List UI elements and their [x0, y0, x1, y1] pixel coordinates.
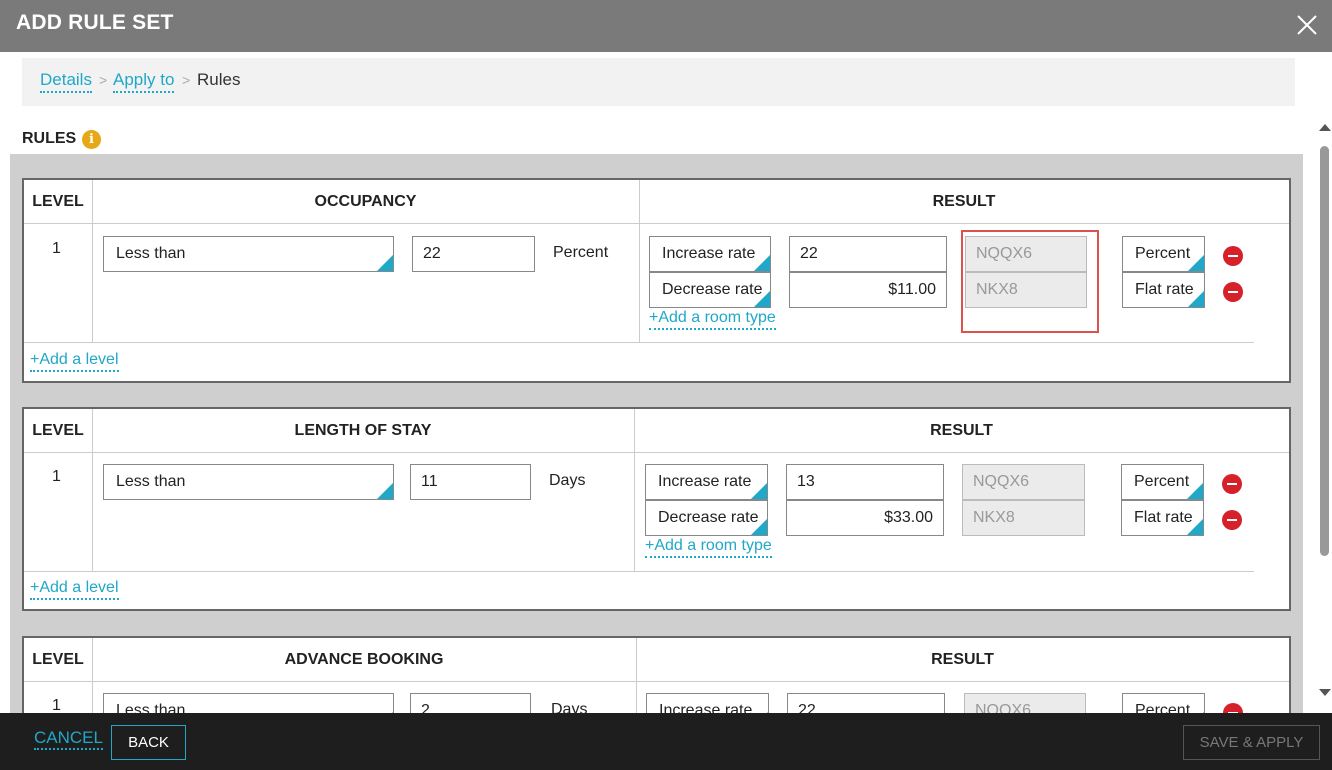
dropdown-indicator-icon — [751, 519, 767, 535]
result-amount-input[interactable]: 13 — [786, 464, 944, 500]
divider — [92, 409, 93, 571]
breadcrumb-rules: Rules — [197, 70, 241, 89]
remove-result-icon[interactable] — [1223, 282, 1243, 302]
breadcrumb: Details > Apply to > Rules — [22, 58, 1295, 106]
result-amount-input[interactable]: $11.00 — [789, 272, 947, 308]
dropdown-indicator-icon — [377, 255, 393, 271]
rules-heading: RULES — [22, 130, 77, 147]
scroll-thumb[interactable] — [1320, 146, 1329, 556]
column-header-result: RESULT — [634, 409, 1289, 453]
result-action-select[interactable]: Decrease rate — [649, 272, 771, 308]
back-button[interactable]: BACK — [111, 725, 186, 760]
rule-table-advance-booking: LEVEL ADVANCE BOOKING RESULT 1 Less than… — [22, 636, 1291, 714]
breadcrumb-separator: > — [99, 72, 108, 88]
result-basis-select[interactable]: Flat rate — [1122, 272, 1205, 308]
result-basis-select[interactable]: Percent — [1122, 236, 1205, 272]
level-number: 1 — [52, 240, 61, 257]
level-number: 1 — [52, 697, 61, 714]
dropdown-indicator-icon — [1188, 291, 1204, 307]
operator-value: Less than — [116, 473, 186, 490]
dropdown-indicator-icon — [1187, 519, 1203, 535]
column-header-advance-booking: ADVANCE BOOKING — [92, 638, 636, 682]
dropdown-indicator-icon — [751, 483, 767, 499]
dropdown-indicator-icon — [754, 255, 770, 271]
basis-value: Flat rate — [1135, 281, 1194, 298]
unit-label: Percent — [553, 244, 609, 261]
column-header-length-of-stay: LENGTH OF STAY — [92, 409, 634, 453]
result-action-select[interactable]: Decrease rate — [645, 500, 768, 536]
add-level-link[interactable]: +Add a level — [30, 579, 119, 600]
action-value: Increase rate — [658, 473, 752, 490]
column-header-level: LEVEL — [24, 180, 92, 224]
room-type-field: NKX8 — [962, 500, 1085, 536]
operator-select[interactable]: Less than — [103, 236, 394, 272]
result-amount-input[interactable]: $33.00 — [786, 500, 944, 536]
result-action-select[interactable]: Increase rate — [645, 464, 768, 500]
action-value: Decrease rate — [658, 509, 759, 526]
dropdown-indicator-icon — [754, 291, 770, 307]
advance-booking-value-input[interactable]: 2 — [410, 693, 531, 714]
remove-result-icon[interactable] — [1222, 510, 1242, 530]
column-header-level: LEVEL — [24, 638, 92, 682]
basis-value: Percent — [1134, 473, 1190, 490]
result-action-select[interactable]: Increase rate — [649, 236, 771, 272]
rule-table-occupancy: LEVEL OCCUPANCY RESULT 1 Less than 22 Pe… — [22, 178, 1291, 383]
length-of-stay-value-input[interactable]: 11 — [410, 464, 531, 500]
divider — [24, 342, 1254, 343]
dialog-titlebar: ADD RULE SET — [0, 0, 1332, 52]
result-basis-select[interactable]: Percent — [1121, 464, 1204, 500]
save-and-apply-button[interactable]: SAVE & APPLY — [1183, 725, 1320, 760]
basis-value: Percent — [1135, 245, 1191, 262]
room-type-field: NQQX6 — [962, 464, 1085, 500]
breadcrumb-details[interactable]: Details — [40, 70, 92, 93]
add-room-type-link[interactable]: +Add a room type — [649, 309, 776, 330]
room-type-field: NQQX6 — [964, 693, 1086, 714]
breadcrumb-apply-to[interactable]: Apply to — [113, 70, 175, 93]
divider — [24, 571, 1254, 572]
result-amount-input[interactable]: 22 — [787, 693, 945, 714]
info-icon[interactable]: i — [82, 130, 101, 149]
dropdown-indicator-icon — [1187, 483, 1203, 499]
operator-select[interactable]: Less than — [103, 693, 394, 714]
basis-value: Flat rate — [1134, 509, 1193, 526]
result-amount-input[interactable]: 22 — [789, 236, 947, 272]
rule-table-length-of-stay: LEVEL LENGTH OF STAY RESULT 1 Less than … — [22, 407, 1291, 611]
breadcrumb-separator: > — [182, 72, 191, 88]
cancel-button[interactable]: CANCEL — [34, 728, 103, 750]
action-value: Decrease rate — [662, 281, 763, 298]
operator-value: Less than — [116, 245, 186, 262]
column-header-result: RESULT — [639, 180, 1289, 224]
add-room-type-link[interactable]: +Add a room type — [645, 537, 772, 558]
dropdown-indicator-icon — [1188, 255, 1204, 271]
dialog-title: ADD RULE SET — [16, 11, 174, 34]
level-number: 1 — [52, 468, 61, 485]
remove-result-icon[interactable] — [1222, 474, 1242, 494]
column-header-level: LEVEL — [24, 409, 92, 453]
scroll-down-icon[interactable] — [1319, 689, 1331, 696]
divider — [639, 180, 640, 342]
highlight-box — [961, 230, 1099, 333]
vertical-scrollbar[interactable] — [1316, 120, 1332, 710]
unit-label: Days — [549, 472, 586, 489]
divider — [92, 180, 93, 342]
dialog-footer: CANCEL BACK SAVE & APPLY — [0, 713, 1332, 770]
divider — [634, 409, 635, 571]
occupancy-value-input[interactable]: 22 — [412, 236, 535, 272]
remove-result-icon[interactable] — [1223, 246, 1243, 266]
rules-scroll-area: LEVEL OCCUPANCY RESULT 1 Less than 22 Pe… — [10, 154, 1303, 714]
action-value: Increase rate — [662, 245, 756, 262]
add-level-link[interactable]: +Add a level — [30, 351, 119, 372]
divider — [636, 638, 637, 714]
result-action-select[interactable]: Increase rate — [646, 693, 769, 714]
operator-select[interactable]: Less than — [103, 464, 394, 500]
scroll-up-icon[interactable] — [1319, 124, 1331, 131]
result-basis-select[interactable]: Flat rate — [1121, 500, 1204, 536]
divider — [92, 638, 93, 714]
dropdown-indicator-icon — [377, 483, 393, 499]
result-basis-select[interactable]: Percent — [1122, 693, 1205, 714]
column-header-occupancy: OCCUPANCY — [92, 180, 639, 224]
column-header-result: RESULT — [636, 638, 1289, 682]
close-icon[interactable] — [1296, 14, 1318, 36]
